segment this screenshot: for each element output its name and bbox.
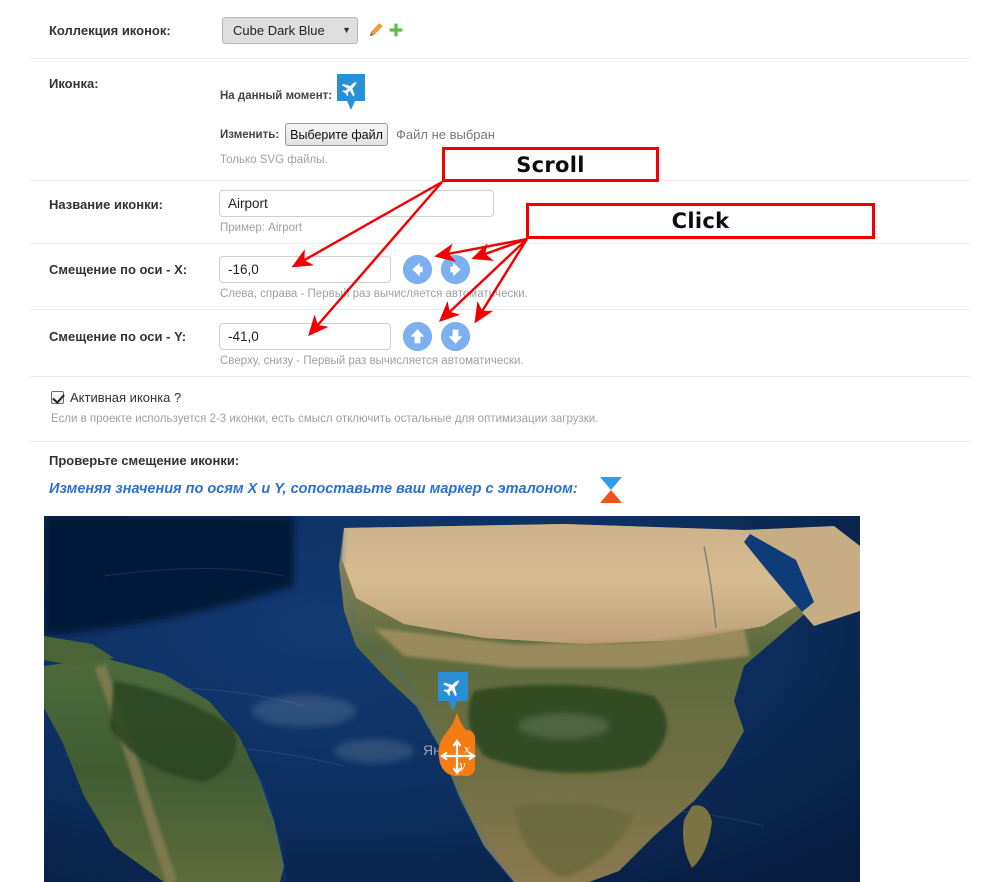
icon-name-hint: Пример: Airport: [220, 222, 303, 234]
annotation-click-box: Click: [526, 203, 875, 239]
check-offset-title: Проверьте смещение иконки:: [49, 453, 240, 468]
divider-5: [30, 376, 970, 377]
offset-x-label: Смещение по оси - X:: [49, 262, 188, 277]
collection-select[interactable]: Cube Dark Blue ▼: [222, 17, 358, 44]
arrow-down-circle-icon[interactable]: [441, 322, 470, 351]
divider-1: [30, 58, 970, 59]
collection-select-value: Cube Dark Blue: [233, 23, 325, 38]
choose-file-button[interactable]: Выберите файл: [285, 123, 388, 146]
hourglass-reference-marker-icon: [599, 476, 623, 504]
icon-hint: Только SVG файлы.: [220, 154, 328, 166]
icon-name-label: Название иконки:: [49, 197, 163, 212]
active-icon-hint: Если в проекте используется 2-3 иконки, …: [51, 413, 599, 425]
page-root: Коллекция иконок: Cube Dark Blue ▼ Иконк…: [0, 0, 987, 882]
divider-6: [30, 441, 970, 442]
plus-icon[interactable]: [388, 22, 404, 38]
icon-current-label: На данный момент:: [220, 90, 333, 102]
offset-x-input[interactable]: [219, 256, 391, 283]
icon-change-label: Изменить:: [220, 129, 280, 141]
divider-3: [30, 243, 970, 244]
divider-4: [30, 309, 970, 310]
orange-xy-axis-marker: x y: [433, 712, 481, 782]
file-status-text: Файл не выбран: [396, 127, 495, 142]
marker-y-label: y: [458, 759, 466, 772]
arrow-up-circle-icon[interactable]: [403, 322, 432, 351]
collection-label: Коллекция иконок:: [49, 23, 171, 38]
chevron-down-icon: ▼: [342, 25, 351, 35]
pencil-icon[interactable]: [368, 22, 384, 38]
offset-x-hint: Слева, справа - Первый раз вычисляется а…: [220, 288, 528, 300]
marker-x-label: x: [464, 743, 471, 756]
offset-y-label: Смещение по оси - Y:: [49, 329, 187, 344]
airplane-pin-icon: [335, 73, 367, 117]
annotation-scroll-box: Scroll: [442, 147, 659, 182]
icon-name-input[interactable]: [219, 190, 494, 217]
active-icon-checkbox[interactable]: [51, 391, 64, 404]
arrow-right-circle-icon[interactable]: [441, 255, 470, 284]
active-icon-label: Активная иконка ?: [70, 390, 182, 405]
offset-y-input[interactable]: [219, 323, 391, 350]
arrow-left-circle-icon[interactable]: [403, 255, 432, 284]
icon-label: Иконка:: [49, 76, 99, 91]
map-preview[interactable]: Ян x y: [44, 516, 860, 882]
offset-y-hint: Сверху, снизу - Первый раз вычисляется а…: [220, 355, 524, 367]
check-offset-subtitle: Изменяя значения по осям X и Y, сопостав…: [49, 481, 578, 497]
